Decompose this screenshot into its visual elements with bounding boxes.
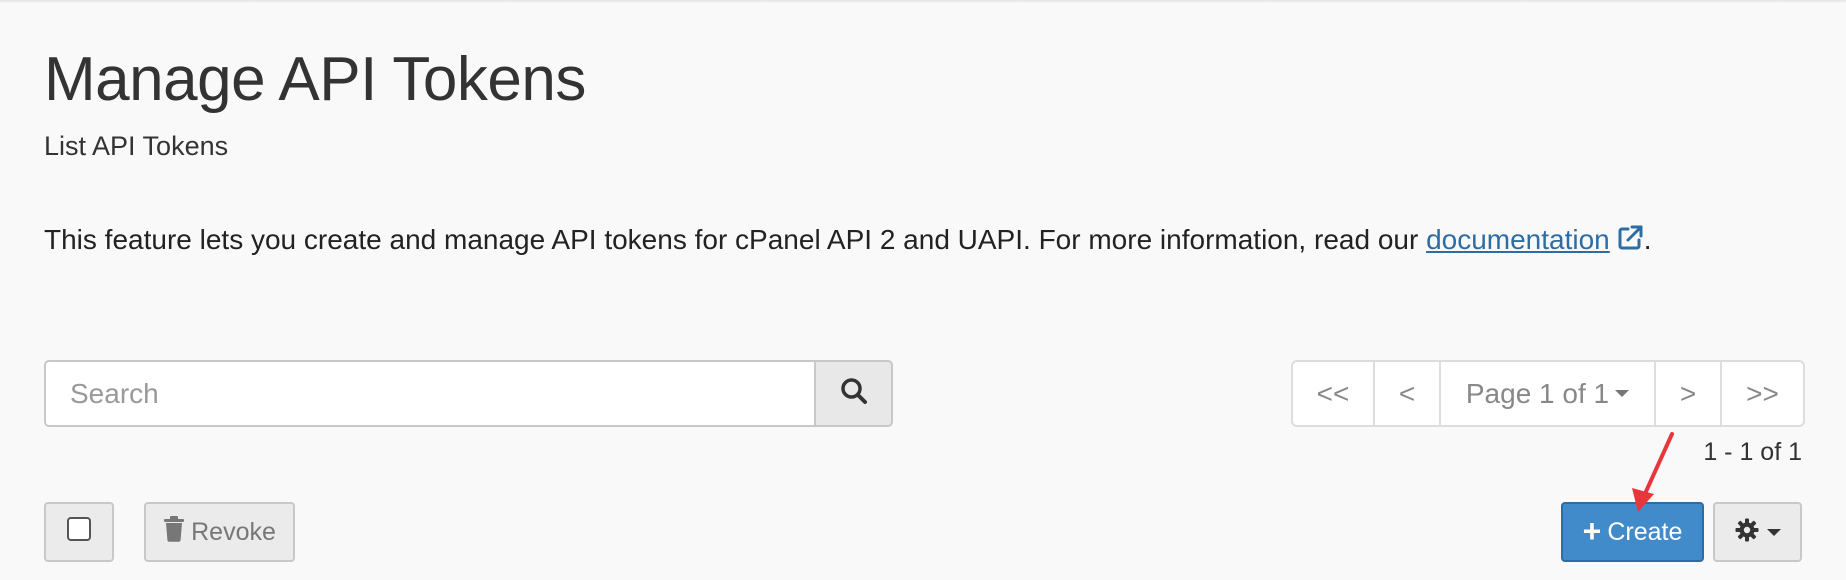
- external-link-icon[interactable]: [1616, 223, 1644, 263]
- search-icon: [839, 376, 869, 411]
- record-count: 1 - 1 of 1: [1703, 438, 1802, 466]
- revoke-label: Revoke: [191, 517, 276, 546]
- page-title: Manage API Tokens: [44, 45, 586, 114]
- feature-description: This feature lets you create and manage …: [44, 220, 1652, 263]
- settings-dropdown-button[interactable]: [1713, 502, 1802, 562]
- page-selector[interactable]: Page 1 of 1: [1441, 362, 1656, 425]
- pagination: << < Page 1 of 1 > >>: [1291, 360, 1805, 427]
- first-page-button[interactable]: <<: [1293, 362, 1375, 425]
- annotation-arrow: [1632, 432, 1674, 512]
- gear-icon: [1735, 518, 1759, 547]
- header-shadow: [0, 0, 1846, 3]
- search-input[interactable]: [44, 360, 814, 427]
- documentation-link-label[interactable]: documentation: [1426, 224, 1610, 255]
- create-label: Create: [1607, 517, 1683, 546]
- select-all-checkbox[interactable]: [44, 502, 114, 562]
- next-page-button[interactable]: >: [1656, 362, 1722, 425]
- page-subtitle: List API Tokens: [44, 131, 229, 161]
- documentation-link[interactable]: documentation: [1426, 224, 1644, 255]
- trash-icon: [163, 515, 185, 549]
- previous-page-button[interactable]: <: [1375, 362, 1441, 425]
- plus-icon: +: [1582, 512, 1602, 549]
- description-text: This feature lets you create and manage …: [44, 224, 1427, 255]
- last-page-button[interactable]: >>: [1722, 362, 1803, 425]
- search-button[interactable]: [814, 360, 893, 427]
- chevron-down-icon: [1615, 390, 1630, 397]
- search-group: [44, 360, 893, 427]
- description-end: .: [1643, 224, 1652, 255]
- page-selector-label[interactable]: Page 1 of 1: [1466, 378, 1609, 410]
- chevron-down-icon: [1766, 528, 1781, 536]
- checkbox-icon[interactable]: [67, 517, 91, 541]
- revoke-button[interactable]: Revoke: [144, 502, 295, 562]
